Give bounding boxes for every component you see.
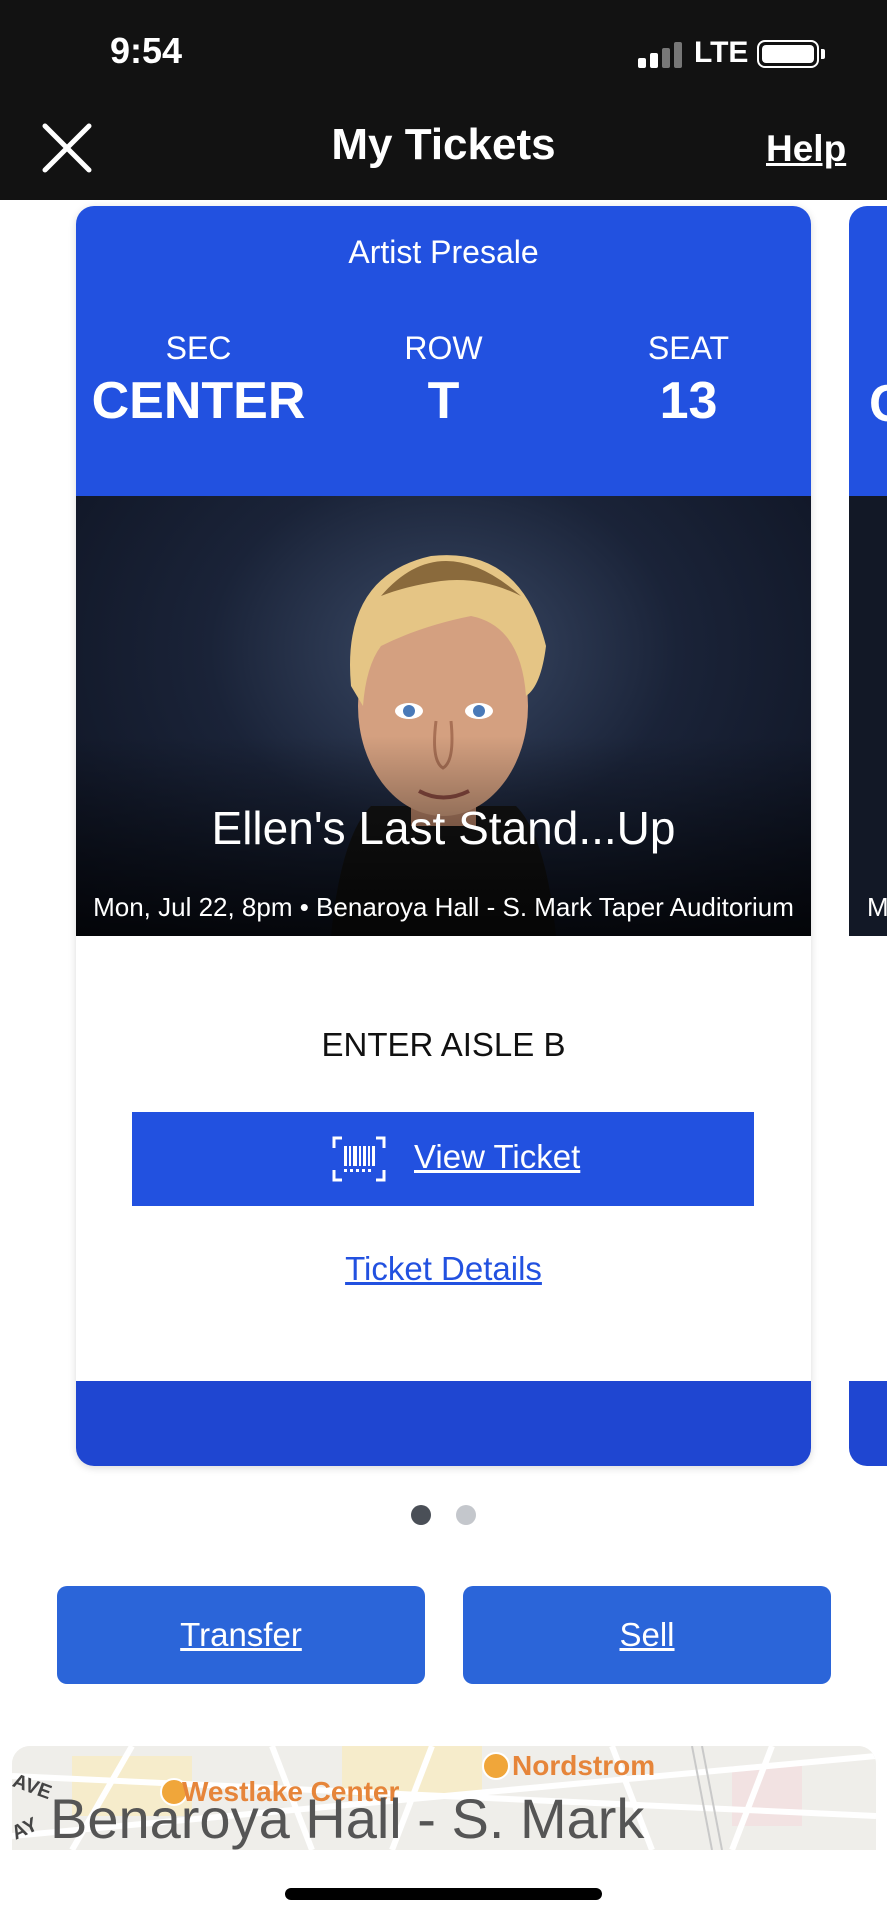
next-ticket-footer xyxy=(849,1381,887,1466)
section-label: SEC xyxy=(165,330,232,366)
home-indicator[interactable] xyxy=(285,1888,602,1900)
map-venue-label: Benaroya Hall - S. Mark xyxy=(50,1787,645,1850)
pager-dot-1[interactable] xyxy=(411,1505,431,1525)
sell-button[interactable]: Sell xyxy=(463,1586,831,1684)
help-link[interactable]: Help xyxy=(766,128,846,170)
pager-dot-2[interactable] xyxy=(456,1505,476,1525)
seat-label: SEAT xyxy=(647,330,730,366)
next-ticket-info: M xyxy=(867,892,887,922)
signal-strength-icon xyxy=(638,42,686,68)
event-date-venue: Mon, Jul 22, 8pm • Benaroya Hall - S. Ma… xyxy=(93,892,794,922)
row-info: ROW T xyxy=(321,330,566,431)
ticket-footer xyxy=(76,1381,811,1466)
next-ticket-section: C xyxy=(869,374,887,434)
row-label: ROW xyxy=(404,330,483,366)
view-ticket-button[interactable]: View Ticket xyxy=(132,1112,754,1206)
transfer-button[interactable]: Transfer xyxy=(57,1586,425,1684)
presale-label: Artist Presale xyxy=(348,234,539,270)
next-ticket-card[interactable]: C M xyxy=(849,206,887,1466)
ticket-details-link[interactable]: Ticket Details xyxy=(76,1250,811,1288)
battery-icon xyxy=(757,40,819,68)
next-ticket-photo: M xyxy=(849,496,887,936)
network-type: LTE xyxy=(694,36,749,69)
venue-map[interactable]: Westlake Center Nordstrom AVE AY Benaroy… xyxy=(12,1746,876,1850)
barcode-icon xyxy=(332,1136,386,1182)
entry-instructions: ENTER AISLE B xyxy=(321,1026,566,1063)
map-poi-nordstrom: Nordstrom xyxy=(512,1750,656,1781)
section-info: SEC CENTER xyxy=(76,330,321,431)
event-photo: Ellen's Last Stand...Up Mon, Jul 22, 8pm… xyxy=(76,496,811,936)
next-ticket-header: C xyxy=(849,206,887,496)
seat-value: 13 xyxy=(659,372,718,430)
row-value: T xyxy=(427,372,460,430)
view-ticket-label: View Ticket xyxy=(414,1138,581,1175)
event-title: Ellen's Last Stand...Up xyxy=(211,802,676,854)
battery-cap xyxy=(821,49,825,59)
nordstrom-poi-icon xyxy=(482,1752,510,1780)
status-time: 9:54 xyxy=(110,30,183,71)
seat-info: SEAT 13 xyxy=(566,330,811,431)
section-value: CENTER xyxy=(91,372,306,430)
top-bar: 9:54 LTE My Tickets Help xyxy=(0,0,887,200)
ticket-header: Artist Presale SEC CENTER ROW T SEAT 13 xyxy=(76,206,811,496)
page-title: My Tickets xyxy=(331,120,556,169)
ticket-card[interactable]: Artist Presale SEC CENTER ROW T SEAT 13 xyxy=(76,206,811,1466)
